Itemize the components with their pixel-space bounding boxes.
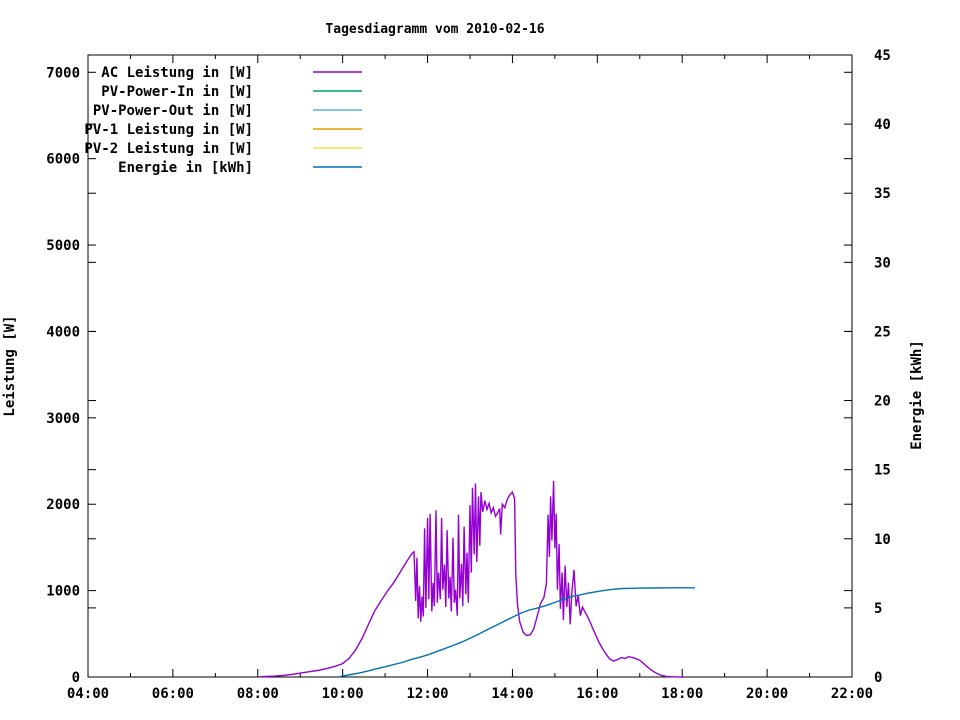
y-left-tick-label: 3000 bbox=[46, 411, 80, 427]
x-tick-label: 22:00 bbox=[831, 686, 873, 702]
y-left-tick-label: 2000 bbox=[46, 497, 80, 513]
x-tick-label: 16:00 bbox=[576, 686, 618, 702]
legend-label: PV-Power-Out in [W] bbox=[93, 103, 253, 119]
y-left-tick-label: 4000 bbox=[46, 324, 80, 340]
series-ac-leistung-in-w bbox=[259, 480, 685, 678]
y-left-tick-label: 6000 bbox=[46, 152, 80, 168]
y-right-tick-label: 30 bbox=[874, 255, 891, 271]
y-right-tick-label: 15 bbox=[874, 463, 891, 479]
x-tick-label: 14:00 bbox=[491, 686, 533, 702]
legend-label: Energie in [kWh] bbox=[118, 160, 253, 176]
pv-daily-chart: Tagesdiagramm vom 2010-02-16 Leistung [W… bbox=[2, 22, 925, 702]
y-right-tick-label: 40 bbox=[874, 117, 891, 133]
y-right-tick-label: 0 bbox=[874, 670, 882, 686]
x-tick-label: 12:00 bbox=[406, 686, 448, 702]
y-left-tick-label: 5000 bbox=[46, 238, 80, 254]
y-right-tick-label: 10 bbox=[874, 532, 891, 548]
x-tick-label: 08:00 bbox=[237, 686, 279, 702]
x-tick-label: 10:00 bbox=[322, 686, 364, 702]
legend-label: PV-1 Leistung in [W] bbox=[84, 122, 253, 138]
legend-label: PV-Power-In in [W] bbox=[101, 84, 253, 100]
tagesdiagramm-page: Tagesdiagramm vom 2010-02-16 Leistung [W… bbox=[0, 0, 960, 720]
y-right-tick-label: 35 bbox=[874, 186, 891, 202]
y-left-axis-title: Leistung [W] bbox=[2, 315, 18, 416]
y-right-axis-title: Energie [kWh] bbox=[909, 340, 925, 450]
y-right-tick-label: 20 bbox=[874, 394, 891, 410]
y-left-tick-label: 7000 bbox=[46, 65, 80, 81]
y-right-tick-label: 5 bbox=[874, 601, 882, 617]
y-left-tick-label: 0 bbox=[72, 670, 80, 686]
y-left-tick-label: 1000 bbox=[46, 584, 80, 600]
x-tick-label: 06:00 bbox=[152, 686, 194, 702]
y-right-tick-label: 45 bbox=[874, 48, 891, 64]
x-tick-label: 20:00 bbox=[746, 686, 788, 702]
y-right-tick-label: 25 bbox=[874, 324, 891, 340]
chart-legend: AC Leistung in [W] PV-Power-In in [W] PV-P… bbox=[84, 65, 362, 176]
legend-label: AC Leistung in [W] bbox=[101, 65, 253, 81]
legend-label: PV-2 Leistung in [W] bbox=[84, 141, 253, 157]
chart-title: Tagesdiagramm vom 2010-02-16 bbox=[325, 22, 544, 37]
x-tick-label: 04:00 bbox=[67, 686, 109, 702]
x-tick-label: 18:00 bbox=[661, 686, 703, 702]
